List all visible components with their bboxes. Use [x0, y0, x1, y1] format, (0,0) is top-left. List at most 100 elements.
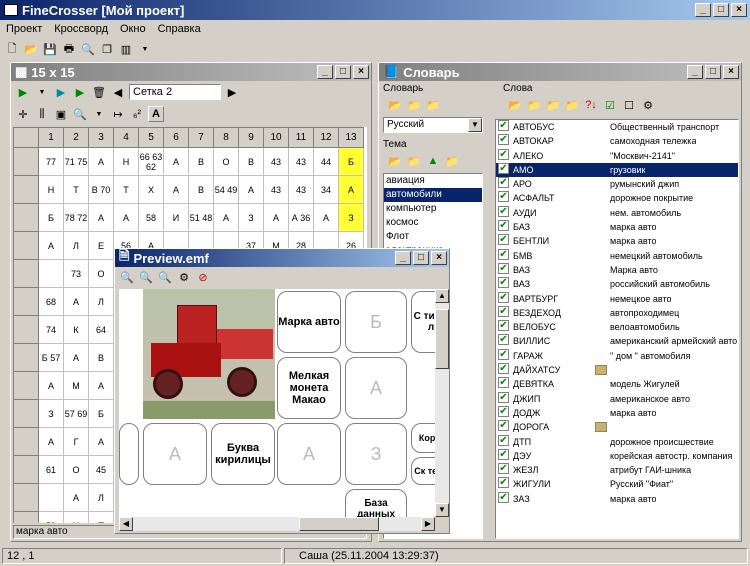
stop-icon[interactable]: ⊘ — [195, 269, 211, 285]
grid-minimize-button[interactable]: _ — [317, 65, 333, 79]
word-checkbox[interactable]: ✔ — [498, 205, 509, 217]
print-icon[interactable]: 🖶 — [61, 41, 77, 57]
grid-cell[interactable]: А — [163, 175, 189, 204]
word-checkbox[interactable]: ✔ — [498, 262, 509, 274]
word-row[interactable]: ✔ АРО румынский джип — [496, 177, 738, 191]
word-row[interactable]: ✔ АМО грузовик — [496, 162, 738, 178]
menu-help[interactable]: Справка — [158, 23, 201, 35]
grid-cell[interactable]: О — [213, 147, 239, 176]
filter-icon[interactable]: ⚙ — [640, 97, 656, 113]
print-preview-icon[interactable]: 🔍 — [80, 41, 96, 57]
grid-cell[interactable]: Л — [88, 483, 114, 512]
grid-cell[interactable]: З — [238, 203, 264, 232]
theme-item[interactable]: космос — [384, 216, 482, 230]
word-row[interactable]: ✔ АВТОКАР самоходная тележка — [496, 134, 738, 148]
grid-cell[interactable]: О — [63, 455, 89, 484]
word-checkbox[interactable]: ✔ — [498, 348, 509, 360]
word-row[interactable]: ✔ ЗАЗ марка авто — [496, 491, 738, 506]
uncheck-icon[interactable]: ☐ — [621, 97, 637, 113]
menu-crossword[interactable]: Кроссворд — [54, 23, 108, 35]
theme-item[interactable]: автомобили — [384, 188, 482, 202]
grid-cell[interactable]: Л — [88, 287, 114, 316]
new-file-icon[interactable]: 🗋 — [4, 41, 20, 57]
grid-cell[interactable]: 78 72 — [63, 203, 89, 232]
open-folder-icon[interactable]: 📂 — [23, 41, 39, 57]
word-checkbox[interactable]: ✔ — [498, 477, 509, 489]
word-checkbox[interactable]: ✔ — [498, 448, 509, 460]
preview-minimize-button[interactable]: _ — [395, 251, 411, 265]
word-checkbox[interactable]: ✔ — [498, 248, 509, 260]
folder-edit-icon[interactable]: 📁 — [406, 97, 422, 113]
grid-cell[interactable]: 58 — [138, 203, 164, 232]
word-checkbox[interactable]: ✔ — [498, 120, 509, 131]
dict-maximize-button[interactable]: □ — [705, 65, 721, 79]
grid-cell[interactable]: 45 — [88, 455, 114, 484]
zoom-icon[interactable]: 🔍 — [72, 106, 88, 122]
grid-cell[interactable]: Б — [338, 147, 364, 176]
word-checkbox[interactable]: ✔ — [498, 291, 509, 303]
grid-cell[interactable]: В 70 — [88, 175, 114, 204]
grid-cell[interactable]: А — [38, 371, 64, 400]
word-checkbox[interactable]: ✔ — [498, 463, 509, 475]
grid-cell[interactable]: 43 — [263, 175, 289, 204]
word-row[interactable]: ✔ ВЕЗДЕХОД автопроходимец — [496, 305, 738, 320]
grid-cell[interactable]: В — [188, 175, 214, 204]
grid-cell[interactable]: А — [213, 203, 239, 232]
folder-delete-icon[interactable]: 📁 — [425, 97, 441, 113]
grid-cell[interactable]: В — [238, 147, 264, 176]
word-row[interactable]: ✔ ВИЛЛИС американский армейский авто — [496, 334, 738, 348]
word-row[interactable]: ✔ ДЭУ корейская автостр. компания — [496, 448, 738, 463]
grid-cell[interactable]: З — [38, 399, 64, 428]
folder-icon[interactable]: 📂 — [387, 97, 403, 113]
grid-cell[interactable]: А — [63, 343, 89, 372]
preview-maximize-button[interactable]: □ — [413, 251, 429, 265]
word-row[interactable]: ✔ ДЖИП американское авто — [496, 391, 738, 406]
theme-item[interactable]: Флот — [384, 230, 482, 244]
split-vertical-icon[interactable]: ⫼ — [34, 106, 50, 122]
layout-icon[interactable]: ▥ — [118, 41, 134, 57]
word-row[interactable]: ✔ ВЕЛОБУС велоавтомобиль — [496, 320, 738, 334]
chevron-down-icon[interactable]: ▼ — [91, 106, 107, 122]
scroll-thumb[interactable] — [435, 309, 449, 369]
grid-cell[interactable]: А — [63, 287, 89, 316]
grid-cell[interactable]: 71 75 — [63, 147, 89, 176]
word-checkbox[interactable]: ✔ — [498, 405, 509, 417]
grid-cell[interactable]: А — [313, 203, 339, 232]
maximize-button[interactable]: □ — [713, 3, 729, 17]
word-row[interactable]: ✔ БЕНТЛИ марка авто — [496, 234, 738, 248]
grid-cell[interactable]: А — [88, 371, 114, 400]
grid-cell[interactable]: 43 — [288, 147, 314, 176]
theme-item[interactable]: авиация — [384, 174, 482, 188]
folder-icon[interactable]: 📂 — [387, 153, 403, 169]
up-arrow-icon[interactable]: ▲ — [425, 153, 441, 169]
folder-edit-icon[interactable]: 📁 — [526, 97, 542, 113]
minimize-button[interactable]: _ — [695, 3, 711, 17]
scroll-left-icon[interactable]: ◀ — [119, 517, 133, 531]
word-row[interactable]: ✔ ДОРОГА — [496, 420, 738, 434]
grid-cell[interactable]: 43 — [263, 147, 289, 176]
word-row[interactable]: ✔ АЛЕКО "Москвич-2141" — [496, 148, 738, 163]
word-row[interactable]: ✔ АУДИ нем. автомобиль — [496, 205, 738, 220]
zoom-out-icon[interactable]: 🔍 — [157, 269, 173, 285]
grid-cell[interactable]: 73 — [63, 259, 89, 288]
words-list[interactable]: ✔ АВТОБУС Общественный транспорт ✔ АВТОКАР са… — [495, 119, 739, 539]
next-icon[interactable]: ▶ — [224, 84, 240, 100]
grid-cell[interactable]: 68 — [38, 287, 64, 316]
grid-cell[interactable]: Х — [138, 175, 164, 204]
grid-cell[interactable]: Н — [38, 175, 64, 204]
word-checkbox[interactable]: ✔ — [498, 391, 509, 403]
grid-cell[interactable]: 59 — [38, 511, 64, 523]
grid-cell[interactable]: 44 — [313, 147, 339, 176]
play-icon[interactable]: ▶ — [15, 84, 31, 100]
word-checkbox[interactable]: ✔ — [498, 377, 509, 389]
preview-vscroll[interactable]: ▲ ▼ — [435, 289, 449, 517]
grid-cell[interactable]: В — [188, 147, 214, 176]
grid-cell[interactable]: Т — [63, 175, 89, 204]
chevron-down-icon[interactable]: ▼ — [468, 118, 482, 132]
grid-cell[interactable]: К — [63, 315, 89, 344]
word-checkbox[interactable]: ✔ — [498, 434, 509, 446]
word-row[interactable]: ✔ ВАЗ Марка авто — [496, 262, 738, 277]
prev-icon[interactable]: ◀ — [110, 84, 126, 100]
scroll-hthumb[interactable] — [299, 517, 379, 531]
preview-close-button[interactable]: × — [431, 251, 447, 265]
